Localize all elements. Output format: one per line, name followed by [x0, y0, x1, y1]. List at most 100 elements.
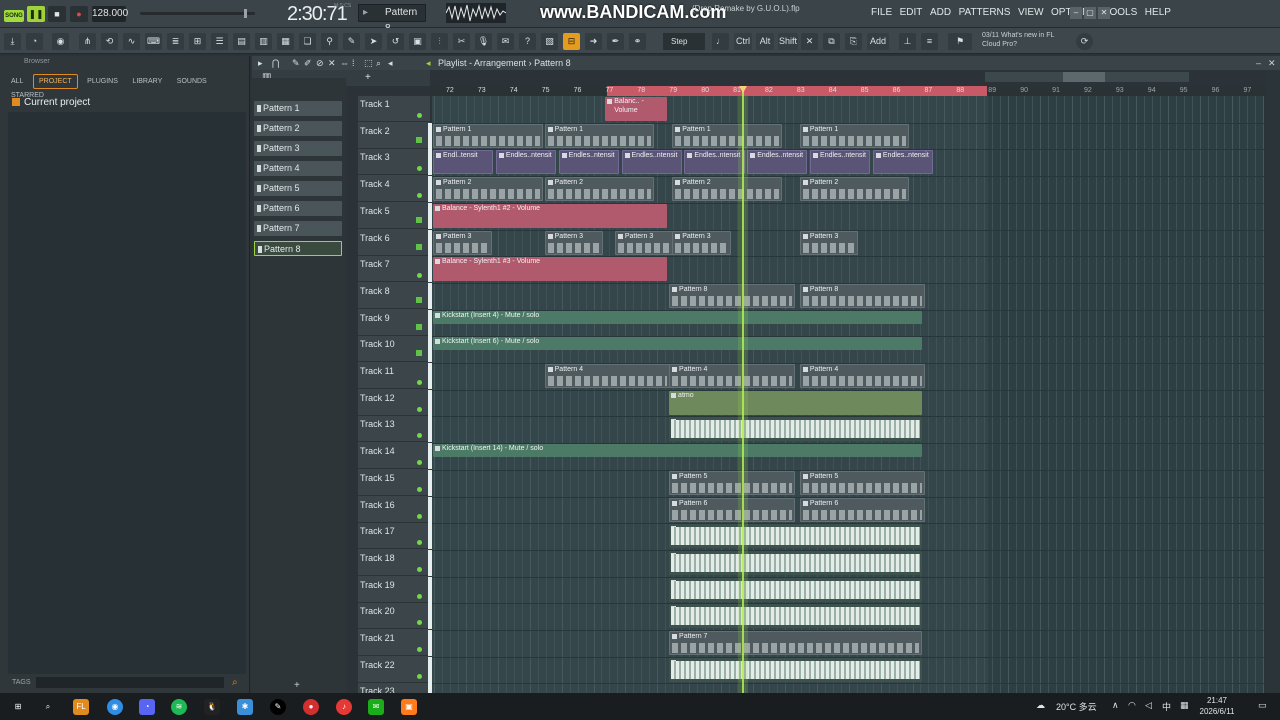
track-enable-led[interactable] [417, 193, 422, 199]
brush-icon[interactable]: ✎ [343, 33, 360, 50]
add-track-icon[interactable]: + [365, 72, 371, 83]
zoom-tool-icon[interactable]: ⌕ [376, 56, 381, 70]
pattern-clip[interactable]: Pattern 6 [799, 497, 926, 522]
timeline-tick[interactable]: 77 [606, 86, 614, 96]
audio-clip[interactable] [669, 550, 923, 575]
chrome-icon[interactable]: ◉ [107, 699, 123, 715]
arrangement-grid[interactable]: Balanc.. - Volume Pattern 1 Pattern 1 Patte… [432, 96, 1264, 693]
menu-arrow-icon[interactable]: ▸ [258, 56, 263, 70]
timeline-tick[interactable]: 83 [797, 86, 805, 96]
mute-tool-icon[interactable]: ✕ [328, 56, 336, 70]
menu-add[interactable]: ADD [930, 7, 951, 18]
menu-file[interactable]: FILE [871, 7, 892, 18]
cut-icon[interactable]: ✂ [453, 33, 470, 50]
horizontal-scrollbar[interactable] [985, 72, 1189, 82]
track-enable-led[interactable] [417, 540, 422, 546]
picker-pattern-7[interactable]: Pattern 7 [254, 221, 342, 236]
menu-edit[interactable]: EDIT [900, 7, 923, 18]
lock-icon[interactable] [416, 296, 422, 303]
arrow-icon[interactable]: ➤ [365, 33, 382, 50]
picker-pattern-5[interactable]: Pattern 5 [254, 181, 342, 196]
refresh-icon[interactable]: ⟳ [1076, 33, 1093, 50]
forward-icon[interactable]: ➜ [585, 33, 602, 50]
track-enable-led[interactable] [417, 486, 422, 492]
track-enable-led[interactable] [417, 273, 422, 279]
audio-clip[interactable] [669, 604, 923, 629]
link-icon[interactable]: ⚭ [629, 33, 646, 50]
alt-key[interactable]: Alt [756, 33, 774, 50]
draw-tool-icon[interactable]: ✎ [292, 56, 300, 70]
paste-icon[interactable]: ⎘ [845, 33, 862, 50]
pattern-clip[interactable]: Pattern 4 [544, 364, 671, 388]
timeline-tick[interactable]: 75 [542, 86, 550, 96]
picker-pattern-2[interactable]: Pattern 2 [254, 121, 342, 136]
pattern-clip[interactable]: Pattern 1 [799, 123, 910, 148]
close-icon[interactable]: ✕ [1098, 7, 1110, 19]
track-header[interactable]: Track 22 [358, 656, 432, 683]
multilink-icon[interactable]: ⊞ [189, 33, 206, 50]
track-enable-led[interactable] [417, 513, 422, 519]
windows-start-icon[interactable]: ⊞ [10, 699, 26, 715]
pattern-clip[interactable]: Pattern 3 [433, 230, 492, 255]
pattern-clip[interactable]: Endles..ntensit [872, 150, 934, 175]
timeline-tick[interactable]: 82 [765, 86, 773, 96]
track-enable-led[interactable] [417, 647, 422, 652]
ctrl-key[interactable]: Ctrl [734, 33, 752, 50]
menu-view[interactable]: VIEW [1018, 7, 1044, 18]
qq-icon[interactable]: 🐧 [204, 699, 220, 715]
pattern-clip[interactable]: Endles..ntensit [810, 150, 871, 175]
netease-music-icon[interactable]: ♪ [336, 699, 352, 715]
metronome-icon[interactable]: ◔ [26, 33, 43, 50]
track-header[interactable]: Track 1 [358, 96, 430, 122]
picker-pattern-3[interactable]: Pattern 3 [254, 141, 342, 156]
pen-icon[interactable]: ✒ [607, 33, 624, 50]
timeline-tick[interactable]: 86 [893, 86, 901, 96]
pattern-clip[interactable]: Pattern 8 [669, 283, 795, 308]
timeline-tick[interactable]: 93 [1116, 86, 1124, 96]
tab-all[interactable]: ALL [6, 75, 28, 88]
lock-icon[interactable] [416, 216, 422, 223]
tab-project[interactable]: PROJECT [32, 74, 78, 89]
select-tool-icon[interactable]: ⬚ [364, 56, 373, 70]
discord-icon[interactable]: ◔ [139, 699, 155, 715]
news-panel[interactable]: 03/11 What's new in FL Cloud Pro? [982, 31, 1072, 49]
mixer-fader-icon[interactable]: ⫶ [431, 33, 448, 50]
flag-icon[interactable]: ⚑ [948, 33, 972, 50]
track-header[interactable]: Track 21 [358, 630, 432, 656]
timeline-tick[interactable]: 79 [669, 86, 677, 96]
blend-notes-icon[interactable]: ≣ [167, 33, 184, 50]
track-header[interactable]: Track 14 [358, 443, 432, 470]
paint-tool-icon[interactable]: ✐ [304, 56, 312, 70]
add-button[interactable]: Add [867, 33, 889, 50]
timeline-tick[interactable]: 95 [1180, 86, 1188, 96]
timeline-tick[interactable]: 78 [637, 86, 645, 96]
timeline-tick[interactable]: 89 [988, 86, 996, 96]
close-playlist-icon[interactable]: ✕ [1268, 56, 1276, 70]
timeline-tick[interactable]: 90 [1020, 86, 1028, 96]
mixer-icon[interactable]: ☰ [211, 33, 228, 50]
playlist-icon[interactable]: ▦ [277, 33, 294, 50]
pattern-clip[interactable]: Endl..tensit [433, 150, 494, 175]
track-enable-led[interactable] [417, 620, 422, 626]
help-icon[interactable]: ? [519, 33, 536, 50]
render-icon[interactable]: ▧ [541, 33, 558, 50]
vertical-scrollbar[interactable] [1266, 70, 1280, 693]
plugin-icon[interactable]: ⚲ [321, 33, 338, 50]
track-header[interactable]: Track 11 [358, 363, 432, 389]
track-header[interactable]: Track 16 [358, 496, 432, 523]
undo-icon[interactable]: ↺ [387, 33, 404, 50]
add-pattern-icon[interactable]: + [294, 680, 300, 691]
pattern-clip[interactable]: Endles..ntensit [747, 150, 808, 175]
spotify-icon[interactable]: ≋ [171, 699, 187, 715]
countdown-icon[interactable]: ◉ [52, 33, 69, 50]
search-icon[interactable]: ⌕ [232, 677, 238, 688]
picker-pattern-4[interactable]: Pattern 4 [254, 161, 342, 176]
pattern-clip[interactable]: Pattern 6 [669, 497, 795, 522]
audio-clip[interactable] [669, 577, 923, 602]
weather-icon[interactable]: ☁ [1036, 700, 1045, 711]
slip-tool-icon[interactable]: ⇔ [340, 56, 349, 70]
track-enable-led[interactable] [417, 593, 422, 599]
timeline-tick[interactable]: 85 [861, 86, 869, 96]
wechat-icon[interactable]: ✉ [368, 699, 384, 715]
volume-knob[interactable] [244, 9, 247, 18]
